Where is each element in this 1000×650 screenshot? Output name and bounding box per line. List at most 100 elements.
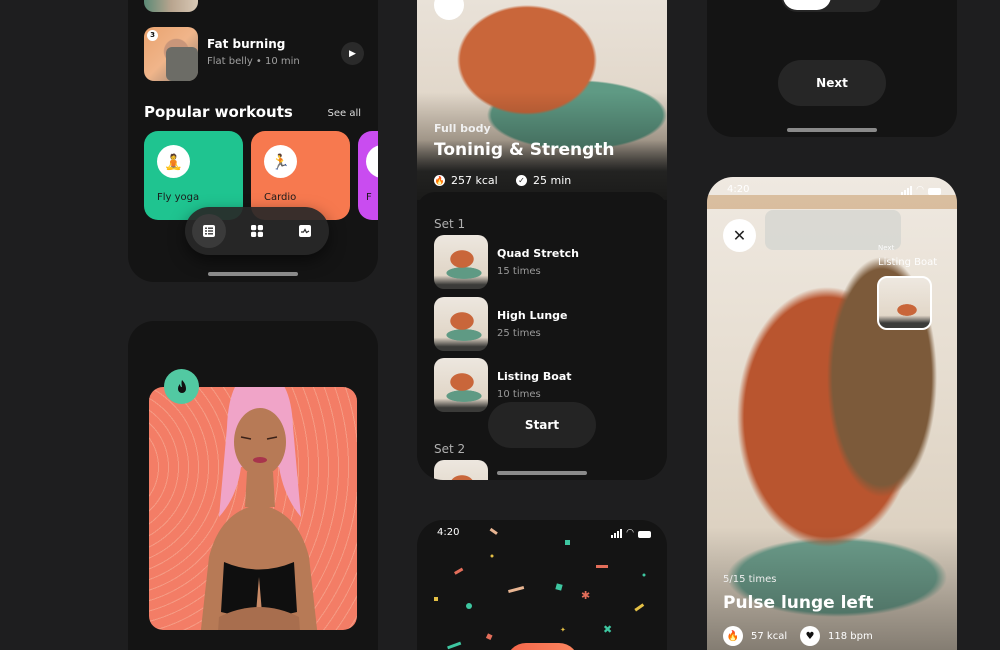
home-indicator: [208, 272, 298, 276]
close-button[interactable]: ✕: [723, 219, 756, 252]
yoga-person-icon: 🧘: [157, 145, 190, 178]
fire-badge: [164, 369, 199, 404]
workout-category: Full body: [434, 122, 491, 135]
home-indicator: [787, 128, 877, 132]
workout-list-item[interactable]: 3 Fat burning Flat belly • 10 min ▶: [144, 27, 364, 81]
next-label: Next: [878, 244, 895, 252]
workout-title: Fat burning: [207, 37, 286, 51]
confetti-piece: ✱: [581, 589, 590, 602]
flame-icon: 🔥: [434, 175, 445, 186]
confetti-piece: [642, 573, 646, 577]
woman-praying-pose-image: [200, 387, 318, 630]
calories-stat: 🔥 257 kcal: [434, 174, 498, 187]
confetti-piece: [555, 583, 563, 591]
next-exercise-name: Listing Boat: [878, 257, 938, 268]
workout-subtitle: Flat belly • 10 min: [207, 56, 300, 67]
runner-icon: 🏃: [264, 145, 297, 178]
previous-workout-thumbnail[interactable]: [144, 0, 198, 12]
section-title: Popular workouts: [144, 103, 293, 121]
confetti-piece: [634, 603, 645, 612]
exercise-thumbnail: [434, 460, 488, 480]
calories-stat: 🔥 57 kcal: [723, 626, 787, 646]
toggle-knob[interactable]: [783, 0, 831, 10]
app-showcase: 3 Fat burning Flat belly • 10 min ▶ Popu…: [0, 0, 1000, 650]
exercise-reps: 15 times: [497, 266, 541, 277]
set-label: Set 2: [434, 442, 466, 456]
workout-hero-image: [417, 0, 667, 200]
flame-icon: [177, 379, 186, 393]
workout-thumbnail: 3: [144, 27, 198, 81]
workout-icon: [366, 145, 378, 178]
workout-index-badge: 3: [147, 30, 158, 41]
exercise-reps: 25 times: [497, 328, 541, 339]
confetti-piece: [434, 597, 438, 601]
close-icon: ✕: [732, 226, 747, 245]
exercise-thumbnail: [434, 358, 488, 412]
signal-icon: [901, 186, 913, 195]
workouts-home-screen: 3 Fat burning Flat belly • 10 min ▶ Popu…: [128, 0, 378, 282]
heart-icon: ♥: [800, 626, 820, 646]
status-time: 4:20: [727, 184, 750, 195]
exercise-name: High Lunge: [497, 309, 568, 322]
exercise-item[interactable]: Quad Stretch 15 times: [434, 235, 654, 289]
confetti-piece: [466, 603, 472, 609]
tab-activity[interactable]: [288, 214, 322, 248]
workout-title: Toninig & Strength: [434, 140, 615, 160]
confetti-piece: [454, 567, 464, 575]
tab-grid[interactable]: [240, 214, 274, 248]
workout-detail-screen: Full body Toninig & Strength 🔥 257 kcal …: [417, 0, 667, 480]
duration-stat: ✓ 25 min: [516, 174, 571, 187]
play-icon: ▶: [349, 48, 356, 59]
confetti-piece: [489, 527, 498, 535]
category-label: F: [366, 192, 372, 203]
see-all-link[interactable]: See all: [327, 108, 361, 119]
play-button[interactable]: ▶: [341, 42, 364, 65]
rep-progress: 5/15 times: [723, 574, 777, 585]
list-icon: [203, 225, 215, 237]
confetti-piece: [565, 540, 570, 545]
duration-value: 25 min: [533, 174, 572, 187]
confetti-piece: [508, 585, 525, 594]
exercise-thumbnail: [434, 297, 488, 351]
exercise-player-screen: 4:20 ◠ ✕ Next Listing Boat 5/15 times Pu…: [707, 177, 957, 650]
confetti-piece: [596, 565, 608, 568]
exercise-thumbnail: [434, 235, 488, 289]
wifi-icon: ◠: [916, 185, 924, 195]
featured-workout-card[interactable]: [149, 387, 357, 630]
featured-workout-screen: [128, 321, 378, 650]
home-indicator: [497, 471, 587, 475]
confetti-piece: [485, 633, 493, 640]
heart-rate-value: 118 bpm: [828, 630, 873, 642]
segmented-toggle[interactable]: [781, 0, 881, 12]
calories-value: 57 kcal: [751, 630, 788, 642]
clock-icon: ✓: [516, 175, 527, 186]
exercise-name: Quad Stretch: [497, 247, 579, 260]
exercise-reps: 10 times: [497, 389, 541, 400]
category-label: Cardio: [264, 192, 297, 203]
flame-icon: 🔥: [723, 626, 743, 646]
grid-icon: [251, 225, 263, 237]
exercise-name: Listing Boat: [497, 370, 572, 383]
status-bar: 4:20 ◠: [707, 184, 957, 200]
start-button[interactable]: Start: [488, 402, 596, 448]
category-tile-partial[interactable]: F: [358, 131, 378, 220]
next-exercise-thumbnail[interactable]: [877, 276, 932, 330]
celebration-screen: 4:20 ◠ ✱ ✦ ✖: [417, 520, 667, 650]
confetti: ✱ ✦ ✖: [434, 527, 646, 650]
next-button[interactable]: Next: [778, 60, 886, 106]
exercise-item[interactable]: [434, 460, 654, 480]
confetti-piece: [447, 641, 462, 650]
set-label: Set 1: [434, 217, 466, 231]
thumbnail-detail: [166, 47, 198, 81]
heart-rate-stat: ♥ 118 bpm: [800, 626, 873, 646]
activity-chart-icon: [299, 225, 311, 237]
onboarding-screen: Next: [707, 0, 957, 137]
confetti-piece: ✖: [603, 623, 612, 636]
tab-list[interactable]: [192, 214, 226, 248]
back-button[interactable]: [434, 0, 464, 20]
confetti-piece: [490, 554, 494, 558]
category-label: Fly yoga: [157, 192, 200, 203]
calories-value: 257 kcal: [451, 174, 498, 187]
exercise-item[interactable]: High Lunge 25 times: [434, 297, 654, 351]
confetti-piece: ✦: [560, 626, 566, 634]
